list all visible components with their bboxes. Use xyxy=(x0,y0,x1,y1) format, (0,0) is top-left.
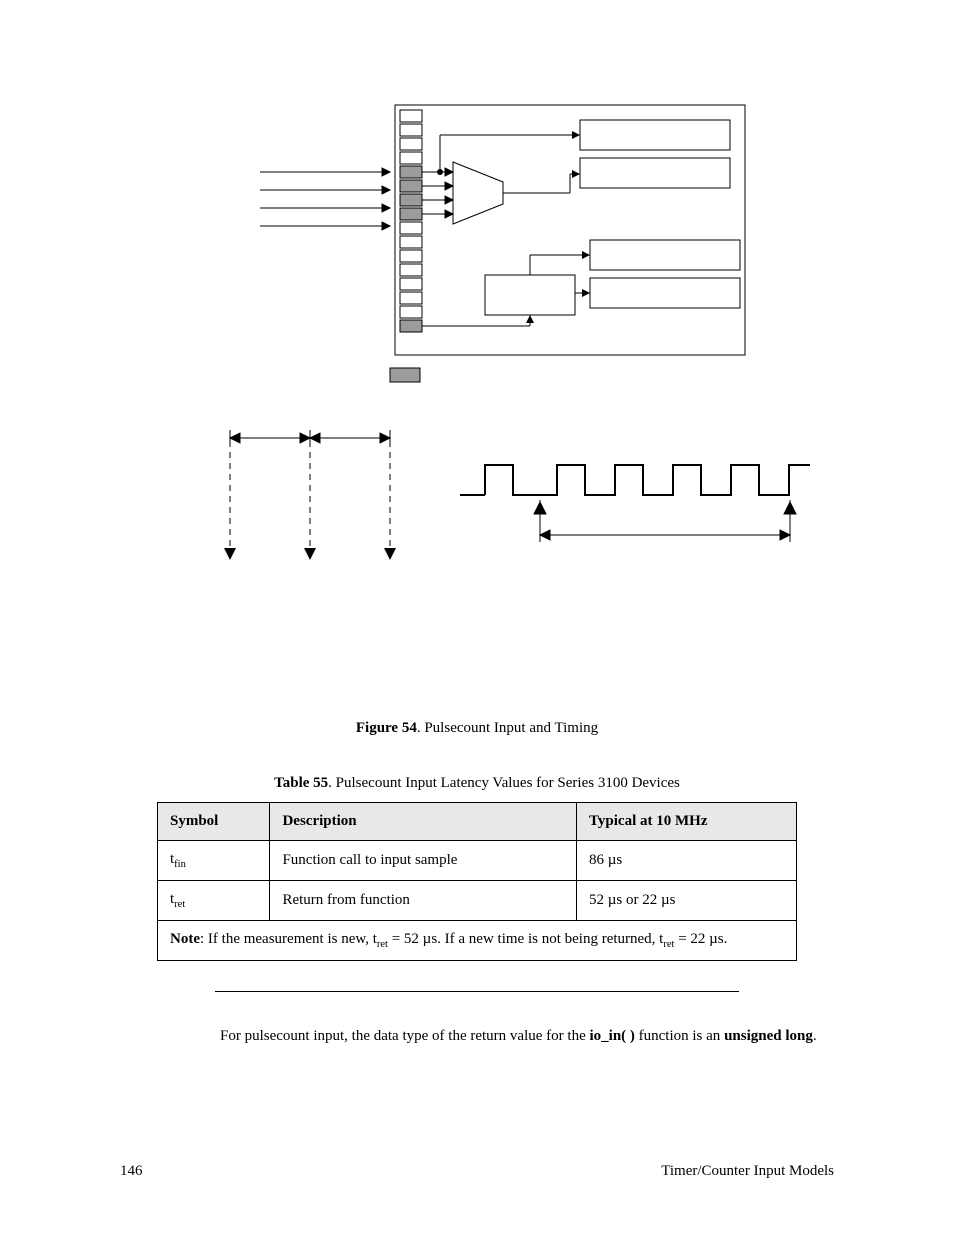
figure-label: Figure 54 xyxy=(356,720,417,736)
col-symbol: Symbol xyxy=(158,803,270,841)
table-caption: Table 55. Pulsecount Input Latency Value… xyxy=(120,775,834,792)
col-typical: Typical at 10 MHz xyxy=(577,803,797,841)
table-label: Table 55 xyxy=(274,775,328,791)
page-content: Figure 54. Pulsecount Input and Timing T… xyxy=(0,0,954,1046)
body-paragraph: For pulsecount input, the data type of t… xyxy=(220,1026,820,1046)
table-row: tfin Function call to input sample 86 µs xyxy=(158,841,797,881)
table-row: tret Return from function 52 µs or 22 µs xyxy=(158,881,797,921)
section-title: Timer/Counter Input Models xyxy=(661,1163,834,1180)
cell-typical: 52 µs or 22 µs xyxy=(577,881,797,921)
table-note-row: Note: If the measurement is new, tret = … xyxy=(158,921,797,961)
cell-typical: 86 µs xyxy=(577,841,797,881)
table-caption-text: . Pulsecount Input Latency Values for Se… xyxy=(328,775,680,791)
figure-caption: Figure 54. Pulsecount Input and Timing xyxy=(120,720,834,737)
cell-description: Return from function xyxy=(270,881,577,921)
pulsecount-diagram xyxy=(120,90,834,590)
page-footer: 146 Timer/Counter Input Models xyxy=(0,1163,954,1180)
diagram-svg xyxy=(90,90,810,590)
figure-caption-text: . Pulsecount Input and Timing xyxy=(417,720,598,736)
latency-table: Symbol Description Typical at 10 MHz tfi… xyxy=(157,802,797,961)
table-header-row: Symbol Description Typical at 10 MHz xyxy=(158,803,797,841)
cell-symbol: tret xyxy=(158,881,270,921)
table-note-cell: Note: If the measurement is new, tret = … xyxy=(158,921,797,961)
col-description: Description xyxy=(270,803,577,841)
page-number: 146 xyxy=(120,1163,143,1180)
cell-description: Function call to input sample xyxy=(270,841,577,881)
cell-symbol: tfin xyxy=(158,841,270,881)
separator-rule xyxy=(215,991,739,992)
